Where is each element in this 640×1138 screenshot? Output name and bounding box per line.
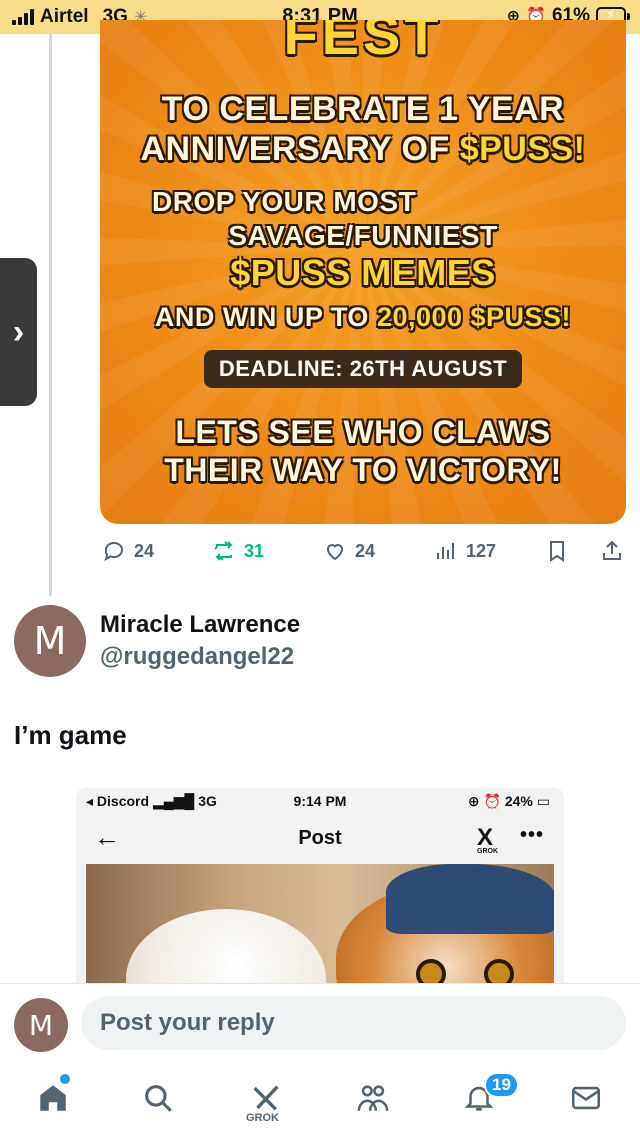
heart-icon [326, 544, 344, 561]
promo-line-2: ANNIVERSARY OF $PUSS! [140, 130, 586, 168]
nav-search[interactable] [138, 1078, 178, 1118]
promo-line-3: DROP YOUR MOST [152, 186, 417, 217]
nav-communities[interactable] [353, 1078, 393, 1118]
like-button[interactable]: 24 [323, 539, 375, 563]
views-count: 127 [466, 540, 497, 561]
home-notification-dot [60, 1074, 70, 1084]
reply-button[interactable]: 24 [102, 539, 154, 563]
embedded-nav-bar: ← Post X GROK ••• [76, 816, 564, 862]
hat-shape [386, 864, 554, 934]
grok-icon [253, 1085, 279, 1111]
reply-count: 24 [134, 540, 155, 561]
cat-eye-right [484, 959, 514, 983]
battery-icon: ▭ [536, 793, 550, 809]
search-icon [145, 1085, 172, 1112]
grok-icon: X GROK [477, 824, 498, 855]
repost-icon [214, 541, 233, 561]
grok-label: GROK [246, 1112, 279, 1124]
more-icon: ••• [519, 824, 544, 846]
promo-line-4: SAVAGE/FUNNIEST [228, 220, 498, 251]
tweet-media-image[interactable]: FEST TO CELEBRATE 1 YEAR ANNIVERSARY OF … [100, 20, 626, 524]
repost-button[interactable]: 31 [212, 539, 264, 563]
nav-home[interactable] [33, 1078, 73, 1118]
promo-line-7: LETS SEE WHO CLAWS [175, 414, 551, 450]
notifications-badge: 19 [484, 1072, 519, 1098]
promo-line-1: TO CELEBRATE 1 YEAR [161, 90, 565, 128]
promo-title-fragment: FEST [283, 20, 443, 66]
share-button[interactable] [600, 539, 624, 563]
side-panel-tab[interactable]: › [0, 258, 37, 406]
repost-count: 31 [244, 540, 265, 561]
composer-divider [0, 983, 640, 984]
bookmark-icon [550, 541, 564, 562]
author-name[interactable]: Miracle Lawrence [100, 611, 300, 639]
author-handle[interactable]: @ruggedangel22 [100, 643, 294, 671]
embedded-cat-photo [86, 864, 554, 983]
views-button[interactable]: 127 [434, 539, 496, 563]
embedded-battery: 24% [504, 793, 533, 809]
like-count: 24 [355, 540, 376, 561]
embedded-screenshot-image[interactable]: ◂ Discord ▂▄▆█ 3G 9:14 PM ⊕ ⏰ 24% ▭ ← Po… [76, 788, 564, 983]
promo-line-8: THEIR WAY TO VICTORY! [164, 452, 562, 488]
white-cat-shape [126, 909, 326, 983]
bottom-nav: GROK 19 [0, 1060, 640, 1138]
share-icon [603, 540, 621, 560]
mail-icon [571, 1086, 601, 1110]
reply-input[interactable]: Post your reply [81, 996, 626, 1050]
cat-eye-left [416, 959, 446, 983]
tweet-text: I’m game [14, 720, 127, 750]
promo-line-5: $PUSS MEMES [230, 252, 496, 293]
tweet-action-bar: 24 31 24 127 [100, 535, 630, 567]
embedded-status-bar: ◂ Discord ▂▄▆█ 3G 9:14 PM ⊕ ⏰ 24% ▭ [76, 788, 564, 816]
analytics-icon [437, 543, 454, 559]
chevron-right-icon: › [12, 312, 25, 351]
composer-avatar[interactable]: M [14, 998, 68, 1052]
reply-icon [104, 541, 124, 562]
communities-icon [357, 1085, 389, 1111]
bookmark-button[interactable] [545, 539, 569, 563]
avatar[interactable]: M [14, 605, 86, 677]
alarm-icon: ⊕ ⏰ [467, 793, 501, 809]
thread-connector-line [49, 34, 52, 596]
nav-messages[interactable] [566, 1078, 606, 1118]
promo-line-6: AND WIN UP TO 20,000 $PUSS! [154, 302, 572, 332]
promo-deadline: DEADLINE: 26TH AUGUST [204, 350, 522, 388]
home-icon [40, 1085, 66, 1111]
